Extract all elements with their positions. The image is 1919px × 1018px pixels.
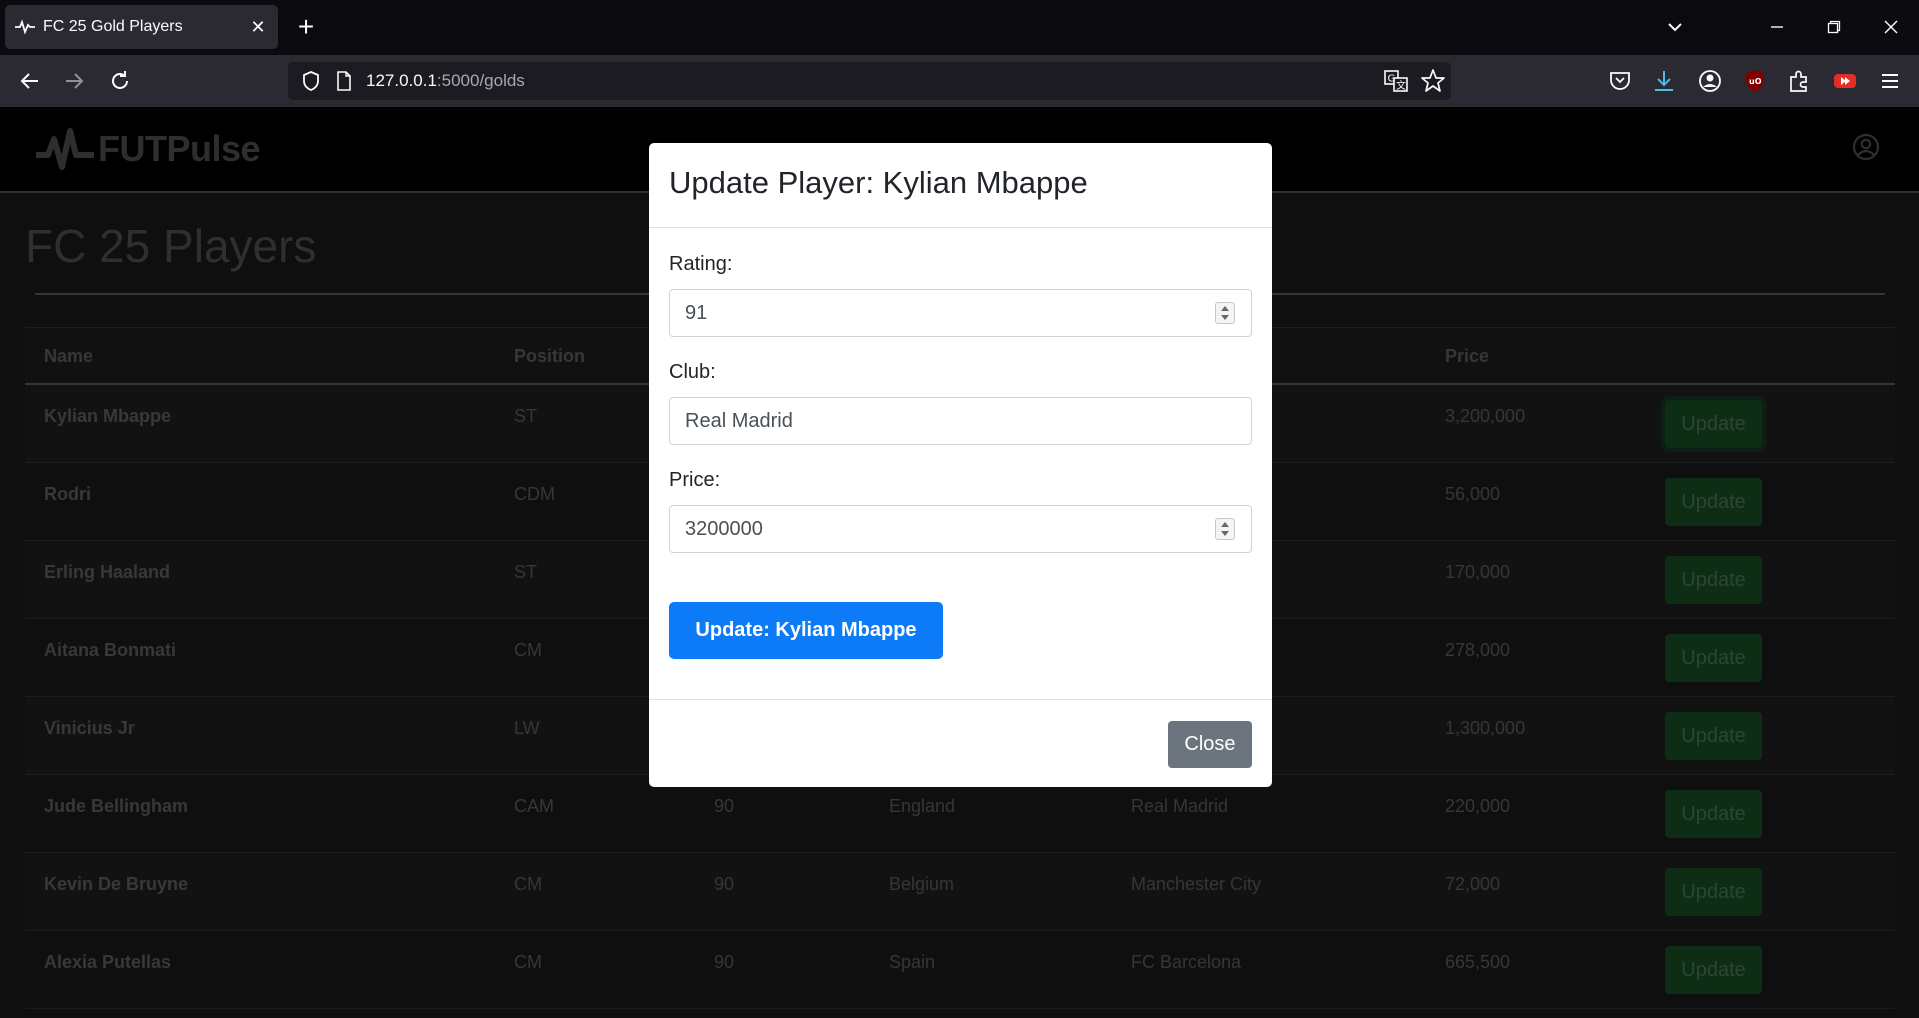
tab-close-icon[interactable]: ✕ <box>248 17 268 38</box>
tab-list-chevron-down-icon[interactable] <box>1655 10 1695 44</box>
club-input[interactable]: Real Madrid <box>669 397 1252 445</box>
modal-footer: Close <box>649 699 1272 787</box>
browser-navbar: 127.0.0.1:5000/golds G文 uO <box>0 55 1919 107</box>
ublock-icon[interactable]: uO <box>1742 68 1768 94</box>
menu-icon[interactable] <box>1877 68 1903 94</box>
shield-icon[interactable] <box>300 70 322 92</box>
back-icon[interactable] <box>13 64 47 98</box>
download-icon[interactable] <box>1651 68 1677 94</box>
rating-stepper-icon[interactable] <box>1215 302 1235 324</box>
price-label: Price: <box>669 469 721 491</box>
rating-value: 91 <box>685 302 708 324</box>
translate-icon[interactable]: G文 <box>1384 69 1408 93</box>
url-path: :5000/golds <box>436 71 525 90</box>
forward-icon[interactable] <box>57 64 91 98</box>
close-window-icon[interactable] <box>1871 10 1911 44</box>
update-submit-button[interactable]: Update: Kylian Mbappe <box>669 602 943 659</box>
rating-input[interactable]: 91 <box>669 289 1252 337</box>
svg-text:uO: uO <box>1749 77 1762 86</box>
page-icon[interactable] <box>334 70 354 92</box>
pulse-favicon-icon <box>15 19 35 35</box>
restore-icon[interactable] <box>1814 10 1854 44</box>
club-label: Club: <box>669 361 716 383</box>
price-input[interactable]: 3200000 <box>669 505 1252 553</box>
url-host: 127.0.0.1 <box>366 71 437 90</box>
club-value: Real Madrid <box>685 410 793 432</box>
modal-header: Update Player: Kylian Mbappe <box>649 143 1272 228</box>
browser-tab[interactable]: FC 25 Gold Players ✕ <box>5 5 278 49</box>
account-icon[interactable] <box>1697 68 1723 94</box>
close-button[interactable]: Close <box>1168 721 1252 768</box>
bookmark-star-icon[interactable] <box>1420 68 1446 94</box>
price-stepper-icon[interactable] <box>1215 518 1235 540</box>
modal-title: Update Player: Kylian Mbappe <box>669 165 1088 200</box>
browser-tab-strip: FC 25 Gold Players ✕ + <box>0 0 1919 55</box>
new-tab-icon[interactable]: + <box>290 12 322 44</box>
minimize-icon[interactable] <box>1757 10 1797 44</box>
svg-text:文: 文 <box>1396 79 1406 92</box>
pocket-icon[interactable] <box>1607 68 1633 94</box>
update-player-modal: Update Player: Kylian Mbappe Rating: 91 … <box>649 143 1272 787</box>
tab-title: FC 25 Gold Players <box>43 18 183 35</box>
url-text: 127.0.0.1:5000/golds <box>366 71 525 91</box>
price-value: 3200000 <box>685 518 763 540</box>
youtube-icon[interactable] <box>1832 68 1858 94</box>
address-bar[interactable]: 127.0.0.1:5000/golds G文 <box>288 62 1451 100</box>
rating-label: Rating: <box>669 253 733 275</box>
extensions-icon[interactable] <box>1786 68 1812 94</box>
reload-icon[interactable] <box>103 64 137 98</box>
